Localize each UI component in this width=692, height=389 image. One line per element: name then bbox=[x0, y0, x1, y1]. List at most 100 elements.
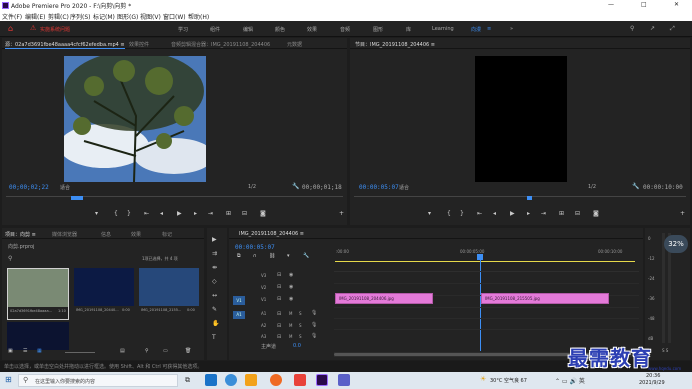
clock-date[interactable]: 2021/9/29 bbox=[639, 380, 665, 386]
program-wrench-icon[interactable]: 🔧 bbox=[632, 183, 639, 190]
microphone-icon[interactable]: 🎙 bbox=[311, 310, 317, 316]
program-go-to-out-icon[interactable]: ⇥ bbox=[541, 210, 546, 217]
sync-lock-icon[interactable]: ⊟ bbox=[277, 323, 281, 329]
source-playhead[interactable] bbox=[71, 196, 83, 200]
file-explorer-icon[interactable] bbox=[205, 374, 217, 386]
menu-sequence[interactable]: 序列(S) bbox=[70, 12, 91, 21]
timeline-timecode[interactable]: 00:00:05:07 bbox=[235, 244, 275, 251]
program-play-icon[interactable]: ▶ bbox=[510, 210, 515, 217]
video-clip[interactable]: IMG_20191108_215505.jpg bbox=[481, 293, 609, 304]
tab-project[interactable]: 项目：向剪 ≡ bbox=[5, 231, 36, 238]
new-item-icon[interactable]: ▭ bbox=[163, 348, 168, 354]
premiere-taskbar-icon[interactable] bbox=[316, 374, 328, 386]
maximize-button[interactable]: □ bbox=[641, 1, 647, 8]
ws-tab-editing[interactable]: 编辑 bbox=[243, 26, 253, 33]
add-button-icon[interactable]: + bbox=[339, 210, 344, 217]
sync-lock-icon[interactable]: ⊟ bbox=[277, 296, 281, 302]
tab-metadata[interactable]: 元数据 bbox=[287, 41, 302, 48]
source-timecode-in[interactable]: 00;00;02;22 bbox=[9, 184, 49, 191]
microphone-icon[interactable]: 🎙 bbox=[311, 333, 317, 339]
edge-icon[interactable] bbox=[225, 374, 237, 386]
program-ratio-select[interactable]: 1/2 bbox=[588, 184, 596, 190]
sync-lock-icon[interactable]: ⊟ bbox=[277, 311, 281, 317]
home-icon[interactable]: ⌂ bbox=[8, 24, 13, 33]
step-forward-icon[interactable]: ▸ bbox=[194, 210, 197, 217]
marker-icon[interactable]: ▾ bbox=[95, 210, 98, 217]
program-scrubber[interactable] bbox=[354, 196, 686, 201]
play-icon[interactable]: ▶ bbox=[177, 210, 182, 217]
wrench-icon[interactable]: 🔧 bbox=[292, 183, 299, 190]
ws-tab-audio[interactable]: 音频 bbox=[340, 26, 350, 33]
insert-icon[interactable]: ⊞ bbox=[226, 210, 231, 217]
mark-out-icon[interactable]: } bbox=[127, 210, 131, 217]
tab-program[interactable]: 节目：IMG_20191108_204406 ≡ bbox=[355, 41, 435, 48]
timeline-settings-icon[interactable]: 🔧 bbox=[303, 253, 309, 259]
pen-tool-icon[interactable]: ✎ bbox=[212, 306, 217, 313]
project-item[interactable]: IMG_20191108_2155... 0:00 bbox=[139, 268, 201, 320]
time-ruler[interactable]: :00:00 00:00:05:00 00:00:10:00 bbox=[334, 243, 639, 257]
hand-tool-icon[interactable]: ✋ bbox=[212, 320, 219, 327]
program-mark-out-icon[interactable]: } bbox=[460, 210, 464, 217]
linked-icon[interactable]: ⛓ bbox=[269, 253, 275, 259]
mute-button[interactable]: M bbox=[289, 323, 292, 328]
eye-icon[interactable]: ◉ bbox=[289, 272, 293, 278]
nest-icon[interactable]: ⧉ bbox=[237, 253, 241, 259]
menu-view[interactable]: 视图(V) bbox=[140, 12, 161, 21]
source-patch-a1[interactable]: A1 bbox=[233, 311, 245, 319]
find-icon[interactable]: ⚲ bbox=[145, 348, 149, 354]
source-fit-select[interactable]: 适合 bbox=[60, 184, 70, 191]
ws-tab-effects[interactable]: 效果 bbox=[307, 26, 317, 33]
close-button[interactable]: ✕ bbox=[674, 1, 679, 8]
share-icon[interactable]: ↗ bbox=[650, 25, 655, 32]
menu-graphics[interactable]: 图形(G) bbox=[117, 12, 138, 21]
playhead-handle[interactable] bbox=[477, 254, 483, 260]
track-select-tool-icon[interactable]: ⇉ bbox=[212, 250, 217, 257]
tab-audio-clip-mixer[interactable]: 音频剪辑混合器：IMG_20191108_204406 bbox=[171, 41, 270, 48]
source-ratio-select[interactable]: 1/2 bbox=[248, 184, 256, 190]
search-icon[interactable]: ⚲ bbox=[630, 25, 634, 32]
icon-view-icon[interactable]: ▦ bbox=[37, 348, 42, 354]
ripple-edit-tool-icon[interactable]: ⇹ bbox=[212, 264, 217, 271]
solo-button[interactable]: S bbox=[299, 334, 302, 339]
tab-sequence[interactable]: IMG_20191108_204406 ≡ bbox=[239, 231, 304, 237]
selection-tool-icon[interactable]: ▶ bbox=[212, 236, 217, 243]
mark-in-icon[interactable]: { bbox=[114, 210, 118, 217]
step-back-icon[interactable]: ◂ bbox=[160, 210, 163, 217]
lift-icon[interactable]: ⊞ bbox=[559, 210, 564, 217]
taskbar-search-box[interactable]: ⚲ 在这里输入你要搜索的内容 bbox=[18, 374, 178, 387]
solo-button[interactable]: S bbox=[299, 311, 302, 316]
project-item-thumbnail[interactable] bbox=[7, 322, 69, 350]
menu-edit[interactable]: 编辑(E) bbox=[25, 12, 45, 21]
mute-button[interactable]: M bbox=[289, 334, 292, 339]
program-add-button-icon[interactable]: + bbox=[680, 210, 685, 217]
alert-icon[interactable]: ⚠ bbox=[30, 24, 36, 32]
minimize-button[interactable]: — bbox=[608, 1, 614, 8]
project-item[interactable]: IMG_20191108_20440... 0:00 bbox=[74, 268, 136, 320]
program-marker-icon[interactable]: ▾ bbox=[428, 210, 431, 217]
list-view-icon[interactable]: ☰ bbox=[23, 348, 27, 354]
work-area-bar[interactable] bbox=[335, 261, 635, 262]
menu-file[interactable]: 文件(F) bbox=[2, 12, 22, 21]
source-patch-v1[interactable]: V1 bbox=[233, 296, 245, 305]
folder-icon[interactable] bbox=[245, 374, 257, 386]
ws-tab-library[interactable]: 库 bbox=[406, 26, 411, 33]
menu-window[interactable]: 窗口(W) bbox=[163, 12, 186, 21]
trash-icon[interactable]: 🗑 bbox=[185, 348, 191, 354]
project-item[interactable]: 02a7d3691fbe48aaaa... 1:10 bbox=[7, 268, 69, 320]
tab-media-browser[interactable]: 媒体浏览器 bbox=[52, 231, 77, 238]
master-volume[interactable]: 0.0 bbox=[293, 343, 301, 349]
expand-icon[interactable]: ⤢ bbox=[670, 25, 675, 33]
eye-icon[interactable]: ◉ bbox=[289, 296, 293, 302]
source-scrubber[interactable] bbox=[6, 196, 343, 201]
wps-icon[interactable] bbox=[294, 374, 306, 386]
ws-tab-graphics[interactable]: 图形 bbox=[373, 26, 383, 33]
slip-tool-icon[interactable]: ↔ bbox=[212, 292, 217, 299]
tab-markers[interactable]: 标记 bbox=[162, 231, 172, 238]
program-go-to-in-icon[interactable]: ⇤ bbox=[477, 210, 482, 217]
clock-time[interactable]: 20:36 bbox=[646, 373, 660, 379]
sync-lock-icon[interactable]: ⊟ bbox=[277, 272, 281, 278]
lock-icon[interactable]: ▣ bbox=[8, 348, 13, 354]
tray-icons[interactable]: ⌃ ▭ 🔊 英 bbox=[555, 376, 585, 385]
solo-button[interactable]: S bbox=[299, 323, 302, 328]
overwrite-icon[interactable]: ⊟ bbox=[242, 210, 247, 217]
